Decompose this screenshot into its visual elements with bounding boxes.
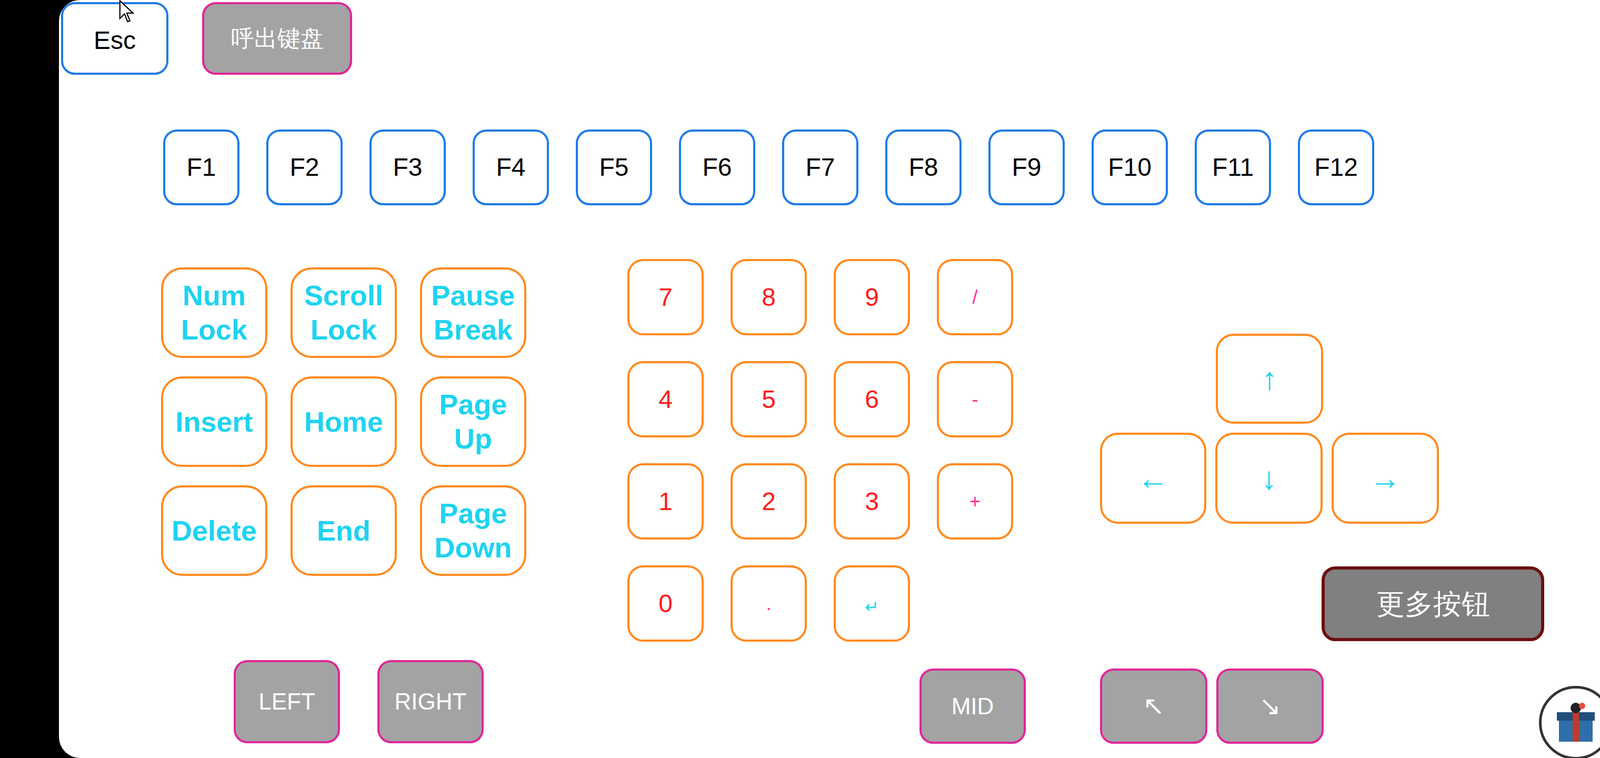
navigation-key[interactable]: End — [290, 485, 397, 576]
left-edge — [0, 0, 59, 758]
arrow-right-key[interactable]: → — [1331, 432, 1439, 524]
navigation-key[interactable]: Page Down — [420, 485, 527, 576]
numpad-key[interactable]: 7 — [627, 258, 704, 336]
function-key[interactable]: F2 — [266, 129, 343, 206]
function-key[interactable]: F3 — [369, 129, 446, 206]
mouse-buttons: LEFT RIGHT — [233, 660, 484, 744]
top-bar: Esc 呼出键盘 — [61, 2, 353, 75]
show-keyboard-button[interactable]: 呼出键盘 — [202, 2, 353, 75]
function-row: F1 F2 F3 F4 F5 F6 F7 F8 F9 F10 F11 F12 — [163, 129, 1375, 206]
function-key[interactable]: F1 — [163, 129, 240, 206]
keyboard-panel: Esc 呼出键盘 F1 F2 F3 F4 F5 F6 F7 F8 F9 F10 F11 F12 Num Lo… — [58, 0, 1600, 758]
function-key[interactable]: F9 — [988, 129, 1065, 206]
screen: Esc 呼出键盘 F1 F2 F3 F4 F5 F6 F7 F8 F9 F10 F11 F12 Num Lo… — [0, 0, 1600, 758]
middle-button[interactable]: MID — [919, 668, 1026, 744]
numpad-key[interactable]: . — [730, 565, 807, 642]
numpad-key[interactable]: 5 — [730, 361, 807, 438]
numpad-key[interactable]: + — [936, 463, 1014, 540]
navigation-key[interactable]: Insert — [161, 376, 268, 467]
numpad-key[interactable]: / — [936, 258, 1014, 336]
function-key[interactable]: F5 — [575, 129, 653, 206]
navigation-key[interactable]: Page Up — [420, 376, 527, 467]
navigation-key[interactable]: Home — [290, 376, 397, 467]
function-key[interactable]: F11 — [1194, 129, 1272, 206]
numpad-key[interactable]: 1 — [627, 463, 704, 540]
arrow-row-top: ↑ — [1100, 333, 1439, 424]
more-buttons[interactable]: 更多按钮 — [1321, 566, 1545, 642]
numpad-key[interactable]: ↵ — [833, 565, 910, 642]
arrow-up-key[interactable]: ↑ — [1215, 333, 1324, 424]
numpad-key[interactable]: 4 — [627, 361, 704, 438]
function-key[interactable]: F4 — [472, 129, 549, 206]
numpad-key[interactable]: 3 — [833, 463, 910, 540]
function-key[interactable]: F8 — [885, 129, 962, 206]
navigation-key[interactable]: Delete — [161, 485, 268, 576]
arrow-row-bottom: ←↓→ — [1100, 432, 1439, 524]
scroll-buttons: ↖↘ — [1100, 668, 1324, 744]
function-key[interactable]: F12 — [1297, 129, 1375, 206]
function-key[interactable]: F10 — [1091, 129, 1168, 206]
numpad-key[interactable]: 8 — [730, 258, 807, 336]
gift-box-icon — [1550, 697, 1600, 748]
numpad-key[interactable]: - — [936, 361, 1014, 438]
numpad-key[interactable]: 0 — [627, 565, 704, 642]
navigation-key[interactable]: Scroll Lock — [290, 267, 397, 358]
navigation-keys: Num LockScroll Lock Pause Break InsertHome… — [161, 267, 527, 576]
navigation-key[interactable]: Pause Break — [420, 267, 527, 358]
arrow-left-key[interactable]: ← — [1100, 432, 1207, 524]
scroll-button[interactable]: ↖ — [1100, 668, 1208, 744]
numpad-key[interactable]: 2 — [730, 463, 807, 540]
function-key[interactable]: F6 — [678, 129, 756, 206]
numpad-key[interactable]: 6 — [833, 361, 910, 438]
arrow-down-key[interactable]: ↓ — [1215, 432, 1323, 524]
floating-app-icon[interactable] — [1538, 685, 1600, 758]
scroll-button[interactable]: ↘ — [1216, 668, 1324, 744]
esc-key[interactable]: Esc — [61, 2, 169, 75]
navigation-key[interactable]: Num Lock — [161, 267, 268, 358]
numpad: 789 / 456- 123 +0. ↵ — [627, 258, 1014, 642]
mouse-pointer-icon — [118, 0, 135, 24]
function-key[interactable]: F7 — [782, 129, 859, 206]
arrow-keys: ↑←↓→ — [1100, 333, 1439, 524]
mouse-button[interactable]: RIGHT — [377, 660, 484, 744]
mouse-button[interactable]: LEFT — [233, 660, 340, 744]
numpad-key[interactable]: 9 — [833, 258, 910, 336]
